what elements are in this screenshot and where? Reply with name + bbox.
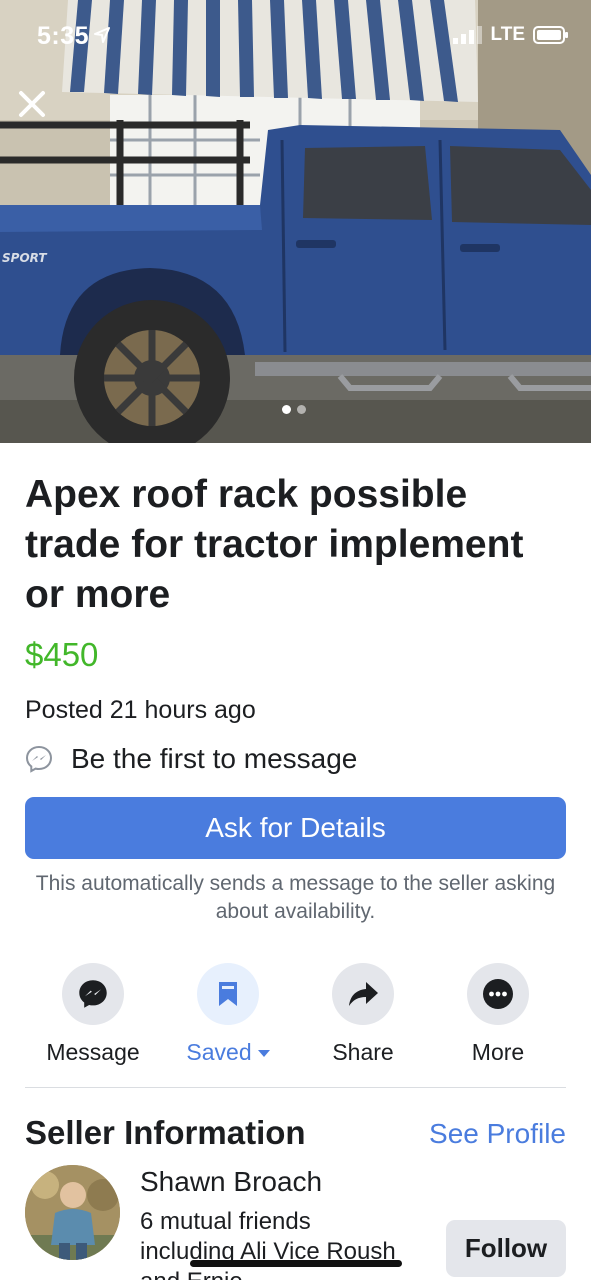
- bookmark-icon: [219, 982, 237, 1006]
- message-action-label: Message: [46, 1039, 140, 1065]
- network-type: LTE: [490, 24, 525, 45]
- home-indicator[interactable]: [190, 1260, 402, 1267]
- share-action-label: Share: [332, 1039, 394, 1065]
- status-time: 5:35: [37, 22, 90, 50]
- message-action[interactable]: Message: [23, 963, 163, 1066]
- divider: [25, 1087, 566, 1088]
- status-bar: 5:35 LTE: [0, 0, 591, 72]
- more-dots-icon: [483, 979, 513, 1009]
- avatar-photo: [25, 1165, 120, 1260]
- share-action[interactable]: Share: [293, 963, 433, 1066]
- close-icon[interactable]: [16, 88, 48, 120]
- page-dot[interactable]: [282, 405, 291, 414]
- ask-for-details-button[interactable]: Ask for Details: [25, 797, 566, 859]
- posted-time: Posted 21 hours ago: [25, 696, 256, 724]
- share-arrow-icon: [349, 982, 378, 1006]
- location-arrow-icon: [94, 27, 110, 43]
- messenger-icon: [79, 980, 107, 1008]
- listing-photo[interactable]: SPORT 5:35 LTE: [0, 0, 591, 443]
- follow-button[interactable]: Follow: [446, 1220, 566, 1277]
- saved-action-label: Saved: [186, 1039, 252, 1065]
- ask-note: This automatically sends a message to th…: [35, 872, 556, 923]
- listing-title: Apex roof rack possible trade for tracto…: [25, 473, 524, 616]
- mutual-friends: 6 mutual friends including Ali Vice Rous…: [140, 1208, 396, 1280]
- battery-icon: [533, 26, 568, 44]
- more-action[interactable]: More: [428, 963, 568, 1066]
- tailgate-text: SPORT: [2, 251, 47, 265]
- seller-name[interactable]: Shawn Broach: [140, 1166, 322, 1198]
- seller-avatar[interactable]: [25, 1165, 120, 1260]
- first-message-row: Be the first to message: [25, 742, 357, 776]
- chevron-down-icon: [257, 1050, 270, 1058]
- signal-icon: [452, 26, 482, 44]
- first-message-text: Be the first to message: [71, 743, 358, 774]
- listing-price: $450: [25, 636, 99, 673]
- messenger-icon: [25, 745, 53, 773]
- page-dot[interactable]: [297, 405, 306, 414]
- saved-action[interactable]: Saved: [158, 963, 298, 1066]
- seller-info-heading: Seller Information: [25, 1114, 306, 1151]
- see-profile-link[interactable]: See Profile: [429, 1118, 566, 1150]
- more-action-label: More: [471, 1039, 525, 1065]
- photo-pagination[interactable]: [282, 405, 306, 414]
